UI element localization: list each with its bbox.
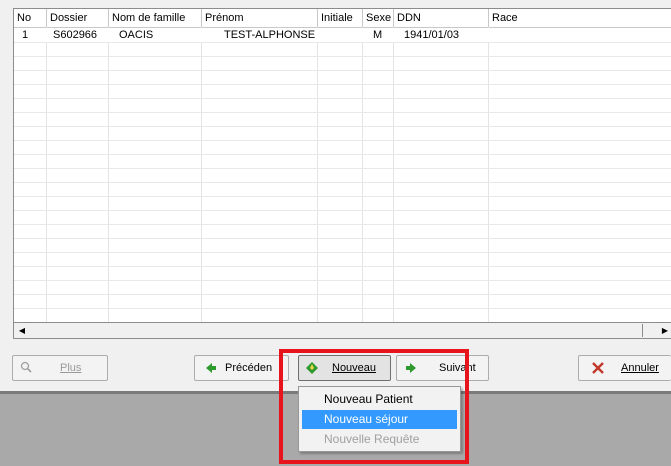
table-header: No Dossier Nom de famille Prénom Initial… — [14, 9, 671, 28]
empty-table-row[interactable] — [14, 308, 671, 323]
cell-no: 1 — [22, 29, 29, 41]
column-header-race[interactable]: Race — [489, 9, 671, 27]
empty-table-row[interactable] — [14, 154, 671, 169]
empty-table-row[interactable] — [14, 294, 671, 309]
highlight-annotation-box — [279, 349, 469, 464]
empty-table-row[interactable] — [14, 126, 671, 141]
cell-ddn: 1941/01/03 — [404, 29, 460, 41]
empty-table-row[interactable] — [14, 42, 671, 57]
magnifier-icon — [19, 356, 33, 380]
cell-nom-de-famille: OACIS — [119, 29, 154, 41]
cell-dossier: S602966 — [53, 29, 98, 41]
precedent-button[interactable]: Précéden — [194, 355, 289, 381]
empty-table-row[interactable] — [14, 56, 671, 71]
scroll-left-arrow-icon[interactable]: ◀ — [15, 325, 29, 337]
scrollbar-thumb[interactable] — [30, 324, 643, 337]
column-header-prenom[interactable]: Prénom — [202, 9, 318, 27]
column-header-sexe[interactable]: Sexe — [363, 9, 394, 27]
cell-prenom: TEST-ALPHONSE — [224, 29, 316, 41]
empty-table-row[interactable] — [14, 112, 671, 127]
empty-table-row[interactable] — [14, 140, 671, 155]
plus-button-label: Plus — [60, 362, 82, 374]
scroll-right-arrow-icon[interactable]: ▶ — [658, 325, 671, 337]
precedent-button-label: Précéden — [225, 362, 273, 374]
horizontal-scrollbar[interactable]: ◀ ▶ — [13, 322, 671, 339]
empty-table-row[interactable] — [14, 196, 671, 211]
cell-sexe: M — [373, 29, 383, 41]
cell-race — [489, 28, 671, 42]
green-arrow-left-icon — [205, 356, 217, 380]
empty-table-row[interactable] — [14, 266, 671, 281]
empty-table-row[interactable] — [14, 238, 671, 253]
column-header-nom-de-famille[interactable]: Nom de famille — [109, 9, 202, 27]
cell-initiale — [318, 28, 363, 42]
column-header-initiale[interactable]: Initiale — [318, 9, 363, 27]
plus-button[interactable]: Plus — [12, 355, 108, 381]
table-row[interactable]: 1 S602966 OACIS TEST-ALPHONSE M 1941/01/… — [14, 28, 671, 43]
column-header-dossier[interactable]: Dossier — [47, 9, 109, 27]
empty-table-row[interactable] — [14, 84, 671, 99]
empty-table-row[interactable] — [14, 252, 671, 267]
patient-table: No Dossier Nom de famille Prénom Initial… — [13, 8, 671, 324]
column-header-ddn[interactable]: DDN — [394, 9, 489, 27]
empty-table-row[interactable] — [14, 98, 671, 113]
empty-table-row[interactable] — [14, 280, 671, 295]
annuler-button-label: Annuler — [621, 362, 659, 374]
empty-table-row[interactable] — [14, 182, 671, 197]
empty-table-row[interactable] — [14, 168, 671, 183]
column-header-no[interactable]: No — [14, 9, 47, 27]
annuler-button[interactable]: Annuler — [578, 355, 671, 381]
empty-table-row[interactable] — [14, 210, 671, 225]
empty-table-row[interactable] — [14, 70, 671, 85]
empty-table-row[interactable] — [14, 224, 671, 239]
red-x-icon — [591, 356, 605, 380]
